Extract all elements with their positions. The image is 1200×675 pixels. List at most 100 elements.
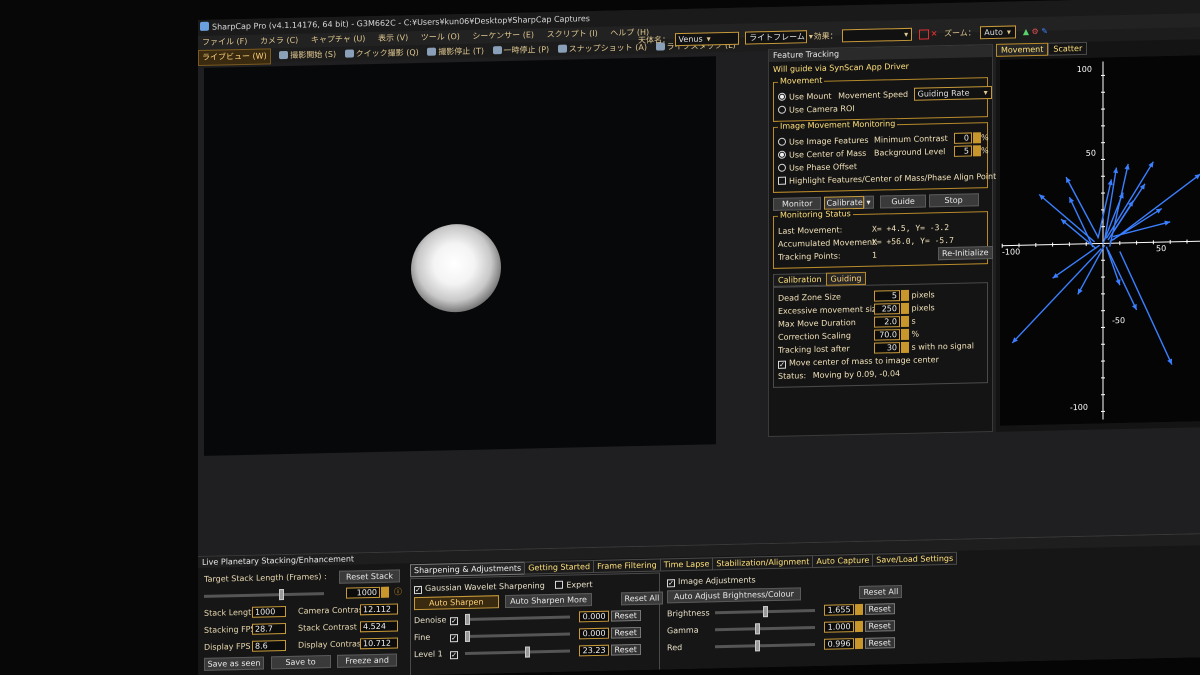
- use-phase-offset-radio[interactable]: [778, 163, 786, 172]
- auto-sharpen-button[interactable]: Auto Sharpen: [414, 595, 499, 611]
- use-center-of-mass-radio[interactable]: [778, 150, 786, 159]
- freeze-button[interactable]: Freeze and: [337, 653, 398, 668]
- denoise-checkbox[interactable]: ✓: [450, 617, 458, 626]
- level1-checkbox[interactable]: ✓: [450, 651, 458, 660]
- denoise-reset-button[interactable]: Reset: [610, 609, 641, 622]
- menu-view[interactable]: 表示 (V): [378, 33, 408, 43]
- use-mount-radio[interactable]: [778, 92, 786, 101]
- correction-spinner[interactable]: [901, 328, 909, 341]
- tab-movement[interactable]: Movement: [996, 42, 1049, 57]
- tab-frame-filtering[interactable]: Frame Filtering: [593, 558, 661, 574]
- fine-slider-thumb[interactable]: [465, 630, 470, 642]
- use-camera-roi-radio[interactable]: [778, 105, 786, 114]
- level1-slider-thumb[interactable]: [525, 646, 530, 658]
- brightness-slider-thumb[interactable]: [763, 606, 768, 618]
- record-icon[interactable]: [918, 28, 929, 40]
- max-move-spinner[interactable]: [901, 315, 909, 328]
- menu-file[interactable]: ファイル (F): [202, 37, 247, 47]
- red-reset-button[interactable]: Reset: [864, 637, 895, 649]
- calibrate-button[interactable]: Calibrate: [823, 195, 864, 210]
- frame-type-select[interactable]: ライトフレーム ▾: [745, 30, 813, 45]
- red-slider-thumb[interactable]: [755, 640, 760, 652]
- gamma-slider-thumb[interactable]: [755, 623, 760, 635]
- fine-value[interactable]: 0.000: [578, 627, 609, 640]
- guide-button[interactable]: Guide: [880, 194, 927, 209]
- denoise-slider-thumb[interactable]: [465, 613, 470, 625]
- expert-checkbox[interactable]: [555, 580, 564, 589]
- move-center-checkbox[interactable]: ✓: [778, 360, 786, 369]
- histogram-icon[interactable]: ▲: [1023, 27, 1029, 36]
- quick-capture-button[interactable]: クイック撮影 (Q): [344, 46, 419, 62]
- reset-stack-button[interactable]: Reset Stack: [339, 569, 401, 584]
- gamma-value[interactable]: 1.000: [823, 621, 854, 633]
- max-move-input[interactable]: 2.0: [874, 316, 900, 328]
- fine-checkbox[interactable]: ✓: [450, 634, 458, 643]
- menu-sequencer[interactable]: シーケンサー (E): [472, 30, 534, 40]
- effect-select[interactable]: ▾: [842, 27, 913, 43]
- tab-time-lapse[interactable]: Time Lapse: [659, 557, 714, 572]
- minimum-contrast-input[interactable]: 0: [954, 132, 972, 144]
- menu-capture[interactable]: キャプチャ (U): [311, 34, 366, 44]
- auto-adjust-button[interactable]: Auto Adjust Brightness/Colour: [667, 587, 801, 604]
- background-level-input[interactable]: 5: [954, 145, 972, 157]
- level1-slider[interactable]: [465, 646, 570, 658]
- movement-speed-select[interactable]: Guiding Rate ▾: [913, 85, 992, 101]
- save-to-button[interactable]: Save to: [270, 654, 331, 670]
- fine-slider[interactable]: [465, 630, 570, 642]
- background-level-spinner[interactable]: [973, 145, 981, 157]
- cancel-x-icon[interactable]: ✕: [931, 29, 938, 38]
- live-view-button[interactable]: ライブビュー (W): [198, 48, 271, 66]
- info-icon[interactable]: ⓘ: [394, 583, 402, 600]
- pin-icon[interactable]: ✎: [1041, 27, 1048, 36]
- brightness-spinner[interactable]: [854, 603, 863, 616]
- target-stack-spinner[interactable]: [381, 586, 389, 598]
- sharpen-reset-all-button[interactable]: Reset All: [620, 591, 664, 606]
- level1-value[interactable]: 23.23: [578, 644, 609, 657]
- adjust-reset-all-button[interactable]: Reset All: [859, 585, 903, 599]
- tab-auto-capture[interactable]: Auto Capture: [812, 553, 874, 569]
- tab-save-load[interactable]: Save/Load Settings: [872, 551, 958, 567]
- monitor-button[interactable]: Monitor: [773, 196, 821, 211]
- tracking-lost-input[interactable]: 30: [874, 342, 900, 354]
- settings-icon[interactable]: ⚙: [1032, 27, 1039, 36]
- tab-getting-started[interactable]: Getting Started: [524, 560, 595, 575]
- tab-calibration[interactable]: Calibration: [773, 272, 827, 287]
- target-stack-slider-thumb[interactable]: [279, 589, 284, 601]
- save-as-seen-button[interactable]: Save as seen: [204, 656, 264, 671]
- menu-scripting[interactable]: スクリプト (I): [547, 29, 598, 39]
- start-capture-button[interactable]: 撮影開始 (S): [279, 48, 336, 63]
- gamma-slider[interactable]: [715, 623, 815, 635]
- snapshot-button[interactable]: スナップショット (A): [557, 41, 647, 57]
- tab-guiding[interactable]: Guiding: [825, 271, 867, 286]
- calibrate-dropdown-icon[interactable]: ▾: [863, 195, 874, 209]
- level1-reset-button[interactable]: Reset: [610, 643, 641, 656]
- use-image-features-radio[interactable]: [778, 137, 786, 146]
- minimum-contrast-spinner[interactable]: [973, 132, 981, 144]
- fine-reset-button[interactable]: Reset: [610, 626, 641, 639]
- gamma-spinner[interactable]: [854, 620, 863, 633]
- target-stack-input[interactable]: 1000: [346, 586, 380, 599]
- menu-camera[interactable]: カメラ (C): [260, 36, 298, 46]
- red-value[interactable]: 0.996: [823, 638, 854, 650]
- pause-button[interactable]: 一時停止 (P): [492, 43, 549, 58]
- denoise-value[interactable]: 0.000: [578, 610, 609, 623]
- gaussian-checkbox[interactable]: ✓: [414, 585, 422, 595]
- stop-capture-button[interactable]: 撮影停止 (T): [427, 45, 484, 60]
- brightness-value[interactable]: 1.655: [823, 604, 854, 616]
- correction-input[interactable]: 70.0: [874, 329, 900, 341]
- auto-sharpen-more-button[interactable]: Auto Sharpen More: [505, 593, 592, 609]
- target-select[interactable]: Venus ▾: [674, 31, 739, 47]
- stop-button[interactable]: Stop: [928, 193, 979, 208]
- highlight-checkbox[interactable]: [778, 176, 786, 185]
- zoom-select[interactable]: Auto ▾: [980, 25, 1017, 40]
- menu-tools[interactable]: ツール (O): [421, 32, 460, 42]
- denoise-slider[interactable]: [465, 613, 570, 625]
- red-spinner[interactable]: [854, 637, 863, 650]
- target-stack-slider[interactable]: [204, 589, 324, 601]
- red-slider[interactable]: [715, 640, 815, 652]
- brightness-reset-button[interactable]: Reset: [864, 603, 895, 615]
- tracking-lost-spinner[interactable]: [901, 341, 909, 354]
- brightness-slider[interactable]: [715, 606, 815, 618]
- gamma-reset-button[interactable]: Reset: [864, 620, 895, 632]
- adjustments-checkbox[interactable]: ✓: [667, 579, 675, 588]
